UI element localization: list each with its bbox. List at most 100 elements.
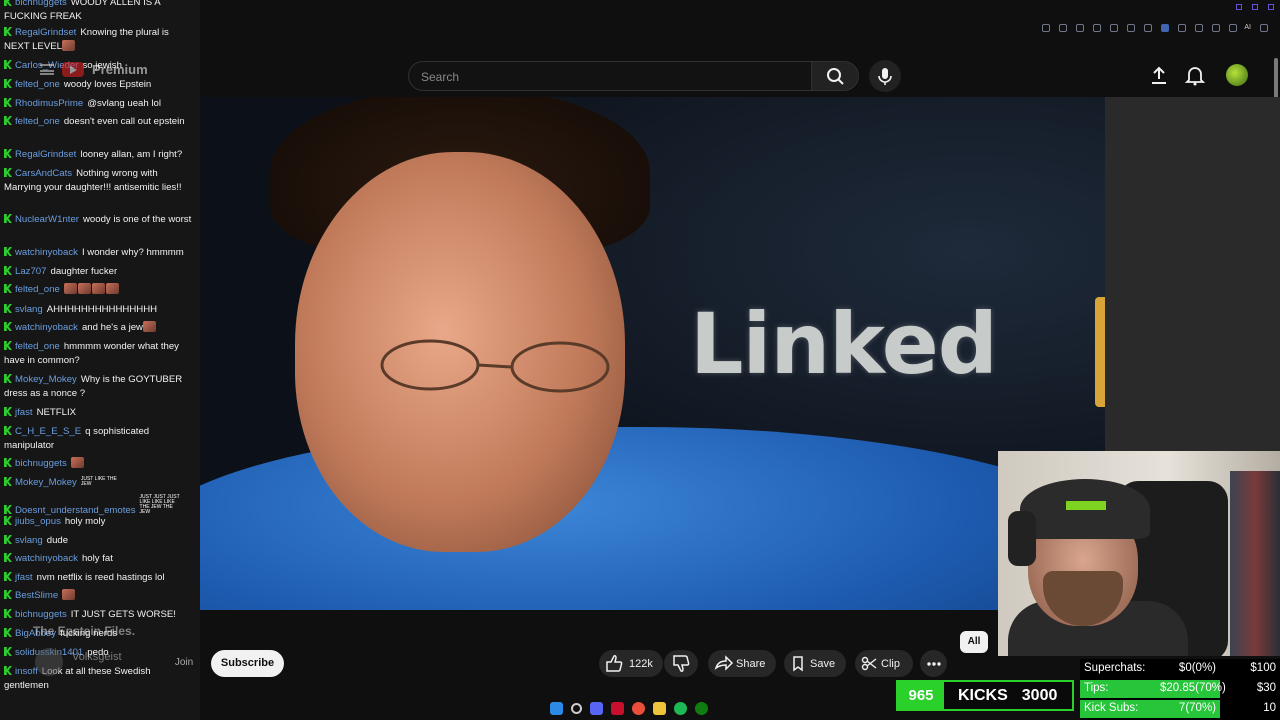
notification-bell-icon[interactable] [1184,64,1206,86]
chat-username[interactable]: watchinyoback [15,322,78,333]
search-input[interactable]: Search [408,61,812,91]
chat-text: AHHHHHHHHHHHHHHH [46,304,158,315]
chat-text: @svlang ueah lol [87,98,161,109]
upload-icon[interactable] [1148,64,1170,86]
clip-button[interactable]: Clip [855,650,913,677]
video-overlay-logo-mark [1095,297,1105,407]
translate-icon[interactable] [1059,24,1068,32]
chat-message: watchinyoback holy fat [4,552,196,566]
chat-username[interactable]: felted_one [15,284,60,295]
chat-message: NuclearW1nter woody is one of the worst [4,213,196,227]
taskbar-search-icon[interactable] [571,702,582,714]
chat-username[interactable]: jfast [15,407,33,418]
thumbs-up-icon [606,655,623,672]
chat-text: NETFLIX [36,407,77,418]
menu-icon[interactable] [1260,24,1268,32]
play-icon[interactable] [1127,24,1136,32]
chat-message: watchinyoback and he's a jew [4,321,196,335]
chat-username[interactable]: jfast [15,572,33,583]
chat-username[interactable]: RegalGrindset [15,27,76,38]
chat-username[interactable]: RhodimusPrime [15,98,83,109]
spotify-icon[interactable] [674,701,687,715]
chat-message: RhodimusPrime @svlang ueah lol [4,97,196,111]
bookmark-icon[interactable] [1093,24,1102,32]
download-icon[interactable] [1212,24,1221,32]
window-controls[interactable] [1236,4,1274,10]
chat-username[interactable]: jiubs_opus [15,516,61,527]
xbox-icon[interactable] [695,701,708,715]
kick-badge-icon [4,168,12,177]
save-button[interactable]: Save [784,650,846,677]
chat-username[interactable]: bichnuggets [15,0,67,8]
hamburger-menu-icon[interactable] [40,64,54,75]
chat-username[interactable]: bichnuggets [15,609,67,620]
chat-username[interactable]: watchinyoback [15,247,78,258]
stat-value: $0(0%) [1178,662,1216,674]
settings-icon[interactable] [1229,24,1238,32]
chat-text: IT JUST GETS WORSE! [70,609,176,620]
join-button[interactable]: Join [164,652,204,674]
side-panel [1105,97,1280,452]
user-avatar[interactable] [1226,64,1248,86]
chat-message: C_H_E_E_S_E q sophisticated manipulator [4,425,196,452]
chat-username[interactable]: felted_one [15,341,60,352]
chat-username[interactable]: svlang [15,304,43,315]
chat-emote-icon [142,321,156,332]
share-icon [714,655,734,671]
video-overlay-logo-text: Linked [690,295,998,393]
channel-avatar[interactable] [35,648,63,676]
kick-badge-icon [4,116,12,125]
chat-username[interactable]: RegalGrindset [15,149,76,160]
kick-badge-icon [4,214,12,223]
youtube-logo[interactable]: Premium [40,62,148,77]
extension-icon[interactable] [1161,24,1170,32]
heart-icon[interactable] [1144,24,1153,32]
discord-icon[interactable] [590,701,603,715]
dislike-button[interactable] [664,650,698,677]
like-button[interactable]: 122k [599,650,663,677]
chat-username[interactable]: felted_one [15,116,60,127]
more-actions-button[interactable] [920,650,947,677]
chat-username[interactable]: felted_one [15,79,60,90]
video-player[interactable]: Linked [200,97,1105,610]
chat-username[interactable]: svlang [15,535,43,546]
donation-stats-widget: Superchats: $0(0%) $100 Tips: $20.85(70%… [1080,659,1280,720]
chrome-icon[interactable] [632,701,645,715]
kick-badge-icon [4,666,12,675]
zoom-icon[interactable] [1042,24,1051,32]
subscribe-button[interactable]: Subscribe [211,650,284,677]
chat-username[interactable]: Laz707 [15,266,46,277]
windows-start-icon[interactable] [550,701,563,715]
chat-message: felted_one woody loves Epstein [4,78,196,92]
chat-username[interactable]: NuclearW1nter [15,214,79,225]
chat-message: Laz707 daughter fucker [4,265,196,279]
puzzle-icon[interactable] [1195,24,1204,32]
chat-username[interactable]: bichnuggets [15,458,67,469]
chat-username[interactable]: watchinyoback [15,553,78,564]
chat-username[interactable]: C_H_E_E_S_E [15,426,81,437]
chat-username[interactable]: BestSlime [15,590,58,601]
chat-username[interactable]: Mokey_Mokey [15,477,77,488]
app-icon[interactable] [611,701,624,715]
chat-username[interactable]: CarsAndCats [15,168,72,179]
file-explorer-icon[interactable] [653,701,666,715]
lock-icon[interactable] [1076,24,1085,32]
search-button[interactable] [811,61,859,91]
chat-message: Mokey_Mokey Why is the GOYTUBER dress as … [4,373,196,400]
shield-icon[interactable] [1110,24,1119,32]
voice-search-button[interactable] [869,60,901,92]
chat-username[interactable]: Mokey_Mokey [15,374,77,385]
stat-goal: 10 [1263,702,1276,714]
ai-icon[interactable]: AI [1244,24,1251,32]
kick-badge-icon [4,98,12,107]
refresh-icon[interactable] [1178,24,1187,32]
channel-name[interactable]: Volksgeist [72,651,122,663]
chip-all[interactable]: All [960,631,988,653]
kick-badge-icon [4,647,12,656]
chat-text: woody loves Epstein [63,79,152,90]
chat-text: looney allan, am I right? [80,149,183,160]
share-button[interactable]: Share [708,650,776,677]
webcam-clothes-rack [1230,471,1280,656]
chat-emote-icon [77,283,91,294]
chat-username[interactable]: insoff [15,666,38,677]
